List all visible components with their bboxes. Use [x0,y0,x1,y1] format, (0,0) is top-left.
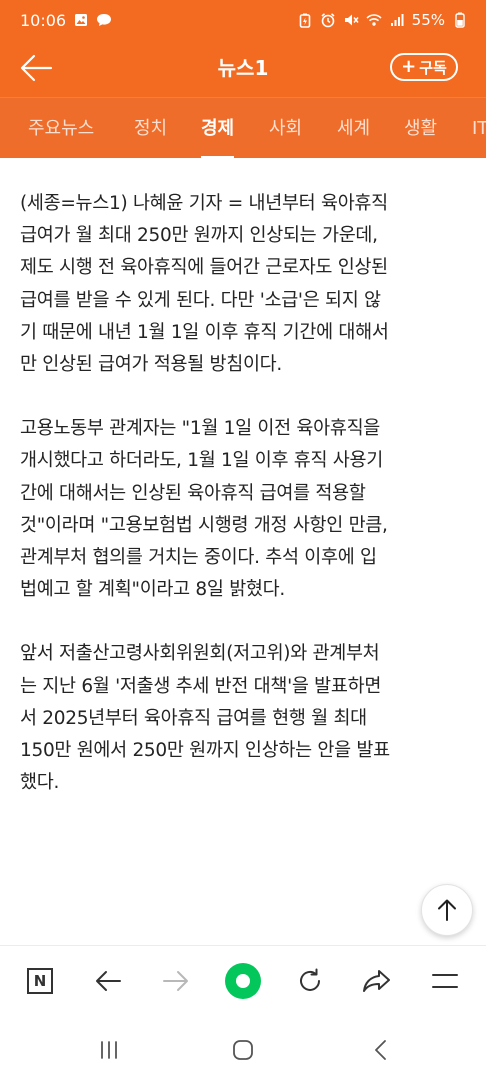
mute-icon [343,12,359,28]
article-paragraph: 앞서 저출산고령사회위원회(저고위)와 관계부처 는 지난 6월 '저출생 추세… [20,638,470,799]
status-time: 10:06 [20,10,67,30]
home-button[interactable] [228,1035,258,1065]
tab-it[interactable]: IT [472,98,486,158]
tab-label: 주요뉴스 [28,118,95,139]
image-icon [73,12,89,28]
article-paragraph: (세종=뉴스1) 나혜윤 기자 = 내년부터 육아휴직 급여가 월 최대 250… [20,188,470,381]
naver-button[interactable]: N [22,963,58,999]
article-line: 만 인상된 급여가 적용될 방침이다. [20,354,282,376]
article-line: (세종=뉴스1) 나혜윤 기자 = 내년부터 육아휴직 [20,193,388,214]
tab-life[interactable]: 생활 [404,98,437,158]
article-paragraph: 고용노동부 관계자는 "1월 1일 이전 육아휴직을 개시했다고 하더라도, 1… [20,413,470,606]
article-body: (세종=뉴스1) 나혜윤 기자 = 내년부터 육아휴직 급여가 월 최대 250… [20,188,470,831]
article-line: 기 때문에 내년 1월 1일 이후 휴직 기간에 대해서 [20,321,389,343]
tab-label: IT [472,118,486,139]
article-line: 제도 시행 전 육아휴직에 들어간 근로자도 인상된 [20,257,388,279]
article-line: 150만 원에서 250만 원까지 인상하는 안을 발표 [20,740,390,762]
share-icon [363,970,390,992]
article-line: 관계부처 협의를 거치는 중이다. 추석 이후에 입 [20,547,377,569]
green-home-icon [225,963,261,999]
tab-label: 정치 [134,118,168,139]
browser-back-button[interactable] [90,963,126,999]
forward-arrow-icon [163,971,188,991]
article-line: 급여가 월 최대 250만 원까지 인상되는 가운데, [20,225,378,247]
recent-apps-icon [101,1041,117,1059]
category-tabs: 주요뉴스 정치 경제 사회 세계 생활 IT [0,97,486,158]
browser-toolbar: N [0,945,486,1022]
refresh-button[interactable] [292,963,328,999]
alarm-icon [320,12,336,28]
recent-apps-button[interactable] [94,1035,124,1065]
back-arrow-icon [96,971,121,991]
menu-button[interactable] [427,963,463,999]
article-line: 급여를 받을 수 있게 된다. 다만 '소급'은 되지 않 [20,289,381,311]
article-line: 고용노동부 관계자는 "1월 1일 이전 육아휴직을 [20,418,381,440]
naver-n-label: N [33,972,47,990]
scroll-to-top-button[interactable] [421,884,473,936]
signal-icon [389,12,405,28]
article-line: 간에 대해서는 인상된 육아휴직 급여를 적용할 [20,482,366,504]
tab-society[interactable]: 사회 [269,98,302,158]
browser-forward-button[interactable] [158,963,194,999]
naver-n-icon: N [27,968,53,994]
back-icon [375,1040,386,1060]
system-navigation-bar [0,1021,486,1080]
wifi-icon [366,12,382,28]
tab-label: 경제 [201,118,235,139]
green-home-button[interactable] [225,963,261,999]
back-arrow-icon [20,54,53,82]
battery-percent: 55% [411,11,445,29]
article-line: 개시했다고 하더라도, 1월 1일 이후 휴직 사용기 [20,450,383,472]
article-line: 는 지난 6월 '저출생 추세 반전 대책'을 발표하면 [20,675,382,697]
arrow-up-icon [438,899,456,921]
app-header: 뉴스1 + 구독 [0,40,486,97]
status-bar: 10:06 55% [0,0,486,40]
status-left: 10:06 [20,11,112,30]
back-button[interactable] [16,50,56,86]
system-back-button[interactable] [366,1035,396,1065]
battery-saver-icon [297,12,313,28]
article-line: 것"이라며 "고용보험법 시행령 개정 사항인 만큼, [20,514,388,536]
refresh-icon [300,968,320,991]
tab-economy[interactable]: 경제 [201,98,235,158]
status-right: 55% [297,11,468,29]
plus-icon: + [401,56,417,77]
article-line: 법예고 할 계획"이라고 8일 밝혔다. [20,579,285,601]
article-line: 앞서 저출산고령사회위원회(저고위)와 관계부처 [20,643,380,665]
share-button[interactable] [359,963,395,999]
home-icon [233,1040,253,1060]
subscribe-button[interactable]: + 구독 [390,53,458,81]
tab-label: 세계 [337,118,371,139]
tab-main-news[interactable]: 주요뉴스 [28,98,94,158]
tab-label: 생활 [404,118,438,139]
article-line: 서 2025년부터 육아휴직 급여를 현행 월 최대 [20,707,367,729]
menu-icon [432,974,458,988]
tab-politics[interactable]: 정치 [134,98,167,158]
chat-bubble-icon [96,12,112,28]
subscribe-label: 구독 [419,58,447,77]
battery-icon [452,12,468,28]
tab-label: 사회 [269,118,303,139]
article-line: 했다. [20,772,60,794]
tab-world[interactable]: 세계 [337,98,370,158]
